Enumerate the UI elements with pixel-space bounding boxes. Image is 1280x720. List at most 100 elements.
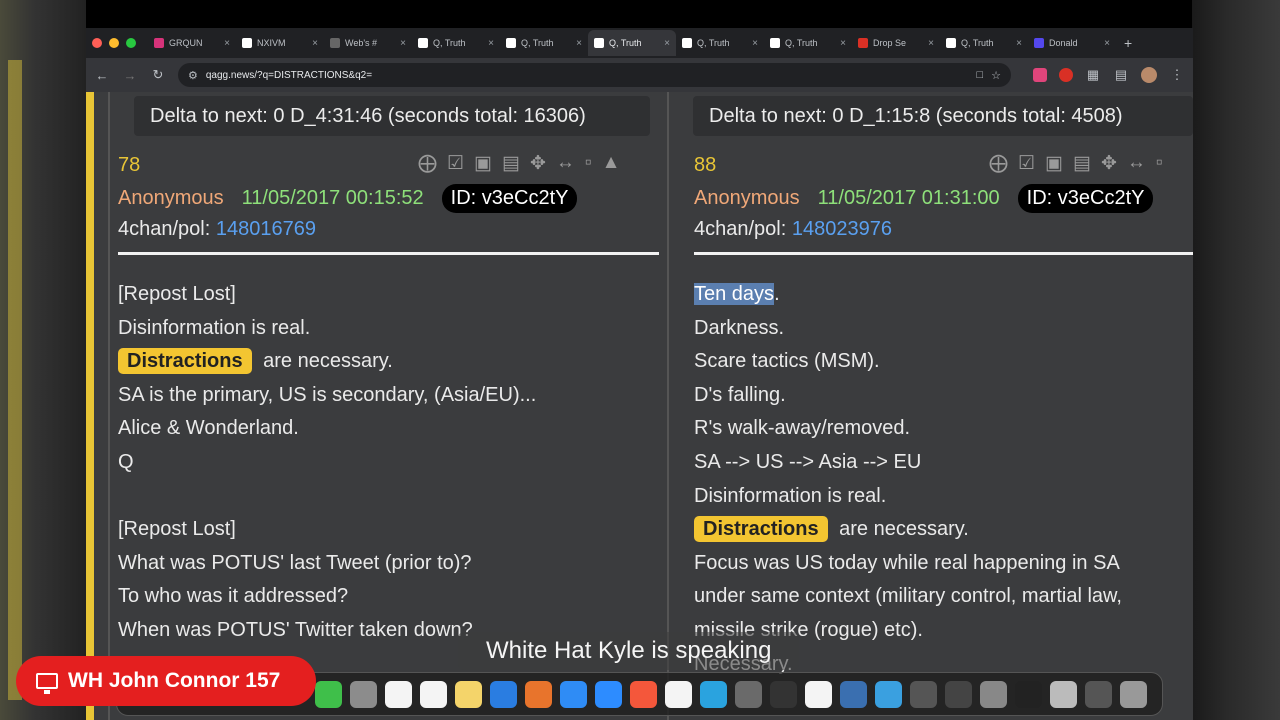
window-icon[interactable] bbox=[1050, 680, 1077, 708]
safari-icon[interactable] bbox=[875, 680, 902, 708]
menu-kebab-icon[interactable]: ⋮ bbox=[1169, 67, 1185, 83]
divider-icon[interactable] bbox=[770, 680, 797, 708]
post-meta: Anonymous 11/05/2017 00:15:52 ID: v3eCc2… bbox=[118, 184, 578, 213]
address-bar[interactable]: ⚙ qagg.news/?q=DISTRACTIONS&q2= □ ☆ bbox=[178, 63, 1011, 87]
browser-tab[interactable]: Donald × bbox=[1028, 30, 1116, 56]
move-icon[interactable]: ✥ bbox=[530, 152, 546, 175]
reload-icon[interactable]: ↻ bbox=[150, 67, 166, 83]
clipboard-icon[interactable]: ▫ bbox=[585, 152, 592, 175]
site-info-icon[interactable]: ⚙ bbox=[188, 69, 198, 82]
reminders-icon[interactable] bbox=[420, 680, 447, 708]
telegram-icon[interactable] bbox=[700, 680, 727, 708]
extension-red-icon[interactable] bbox=[1059, 68, 1073, 82]
calendar-icon[interactable] bbox=[385, 680, 412, 708]
blurred-background-right bbox=[1192, 0, 1280, 720]
tab-search-icon[interactable]: □ bbox=[976, 69, 983, 81]
share-icon[interactable]: ⨁ bbox=[989, 152, 1008, 175]
badge-label: WH John Connor 157 bbox=[68, 669, 281, 692]
accent-bar bbox=[86, 92, 94, 720]
glasses-icon[interactable]: ▣ bbox=[474, 152, 492, 175]
thread-link[interactable]: 148023976 bbox=[792, 218, 892, 240]
browser-tab[interactable]: Web's # × bbox=[324, 30, 412, 56]
expand-horizontal-icon[interactable]: ↔ bbox=[556, 152, 575, 175]
document-icon[interactable]: ▤ bbox=[502, 152, 520, 175]
preview-icon[interactable] bbox=[525, 680, 552, 708]
scroll-up-icon[interactable]: ▲ bbox=[602, 152, 621, 175]
minimize-window-button[interactable] bbox=[109, 38, 119, 48]
post-datetime: 11/05/2017 00:15:52 bbox=[241, 187, 424, 209]
author-name: Anonymous bbox=[694, 187, 800, 209]
close-window-button[interactable] bbox=[92, 38, 102, 48]
close-tab-icon[interactable]: × bbox=[312, 38, 318, 49]
extension-icon[interactable] bbox=[1033, 68, 1047, 82]
brave-icon[interactable] bbox=[630, 680, 657, 708]
forward-arrow-icon[interactable]: → bbox=[122, 68, 138, 83]
close-tab-icon[interactable]: × bbox=[488, 38, 494, 49]
finder-icon[interactable] bbox=[840, 680, 867, 708]
clipboard-icon[interactable]: ▫ bbox=[1156, 152, 1163, 175]
post-toolbar: ⨁ ☑ ▣ ▤ ✥ ↔ ▫ ▲ bbox=[418, 152, 620, 175]
post-datetime: 11/05/2017 01:31:00 bbox=[817, 187, 1000, 209]
page-content: Delta to next: 0 D_4:31:46 (seconds tota… bbox=[86, 92, 1193, 720]
clipboard-check-icon[interactable]: ☑ bbox=[447, 152, 464, 175]
back-arrow-icon[interactable]: ← bbox=[94, 68, 110, 83]
notes-icon[interactable] bbox=[455, 680, 482, 708]
trash-icon[interactable] bbox=[1120, 680, 1147, 708]
stocks-icon[interactable] bbox=[490, 680, 517, 708]
post-line: D's falling. bbox=[694, 383, 786, 406]
photo-icon[interactable] bbox=[1085, 680, 1112, 708]
new-tab-button[interactable]: + bbox=[1124, 35, 1132, 51]
glasses-icon[interactable]: ▣ bbox=[1045, 152, 1063, 175]
close-tab-icon[interactable]: × bbox=[664, 38, 670, 49]
document-icon[interactable] bbox=[980, 680, 1007, 708]
tab-title: NXIVM bbox=[257, 38, 286, 48]
profile-avatar[interactable] bbox=[1141, 67, 1157, 83]
post-line: What was POTUS' last Tweet (prior to)? bbox=[118, 551, 472, 574]
close-tab-icon[interactable]: × bbox=[752, 38, 758, 49]
settings-icon[interactable] bbox=[735, 680, 762, 708]
bookmark-star-icon[interactable]: ☆ bbox=[991, 69, 1001, 82]
textedit-icon[interactable] bbox=[805, 680, 832, 708]
tab-list: GRQUN × NXIVM × Web's # × Q, Truth × Q, Truth × Q,… bbox=[148, 30, 1116, 56]
clipboard-check-icon[interactable]: ☑ bbox=[1018, 152, 1035, 175]
zoom-icon[interactable] bbox=[595, 680, 622, 708]
browser-tab[interactable]: Q, Truth × bbox=[764, 30, 852, 56]
browser-tab[interactable]: Q, Truth × bbox=[676, 30, 764, 56]
browser-tab[interactable]: Q, Truth × bbox=[500, 30, 588, 56]
move-icon[interactable]: ✥ bbox=[1101, 152, 1117, 175]
tab-title: Drop Se bbox=[873, 38, 907, 48]
post-line: Distractions are necessary. bbox=[118, 345, 536, 379]
post-line: Ten days. bbox=[694, 283, 780, 305]
chrome-icon[interactable] bbox=[665, 680, 692, 708]
browser-tab[interactable]: Q, Truth × bbox=[940, 30, 1028, 56]
share-icon[interactable]: ⨁ bbox=[418, 152, 437, 175]
close-tab-icon[interactable]: × bbox=[1016, 38, 1022, 49]
browser-tab[interactable]: NXIVM × bbox=[236, 30, 324, 56]
document-icon[interactable] bbox=[945, 680, 972, 708]
browser-tab[interactable]: Q, Truth × bbox=[412, 30, 500, 56]
facetime-icon[interactable] bbox=[315, 680, 342, 708]
close-tab-icon[interactable]: × bbox=[840, 38, 846, 49]
extensions-puzzle-icon[interactable]: ▦ bbox=[1085, 67, 1101, 83]
folder-icon[interactable] bbox=[1015, 680, 1042, 708]
browser-tab[interactable]: Q, Truth × bbox=[588, 30, 676, 56]
zoom-window-button[interactable] bbox=[126, 38, 136, 48]
post-toolbar: ⨁ ☑ ▣ ▤ ✥ ↔ ▫ bbox=[989, 152, 1163, 175]
document-icon[interactable]: ▤ bbox=[1073, 152, 1091, 175]
app-store-icon[interactable] bbox=[560, 680, 587, 708]
close-tab-icon[interactable]: × bbox=[224, 38, 230, 49]
browser-tab[interactable]: GRQUN × bbox=[148, 30, 236, 56]
close-tab-icon[interactable]: × bbox=[576, 38, 582, 49]
close-tab-icon[interactable]: × bbox=[1104, 38, 1110, 49]
calculator-icon[interactable] bbox=[350, 680, 377, 708]
post-number: 88 bbox=[694, 154, 717, 176]
author-name: Anonymous bbox=[118, 187, 224, 209]
browser-tab[interactable]: Drop Se × bbox=[852, 30, 940, 56]
browser-toolbar: ← → ↻ ⚙ qagg.news/?q=DISTRACTIONS&q2= □ … bbox=[86, 58, 1193, 92]
side-panel-icon[interactable]: ▤ bbox=[1113, 67, 1129, 83]
close-tab-icon[interactable]: × bbox=[400, 38, 406, 49]
expand-horizontal-icon[interactable]: ↔ bbox=[1127, 152, 1146, 175]
thread-link[interactable]: 148016769 bbox=[216, 218, 316, 240]
close-tab-icon[interactable]: × bbox=[928, 38, 934, 49]
window-icon[interactable] bbox=[910, 680, 937, 708]
